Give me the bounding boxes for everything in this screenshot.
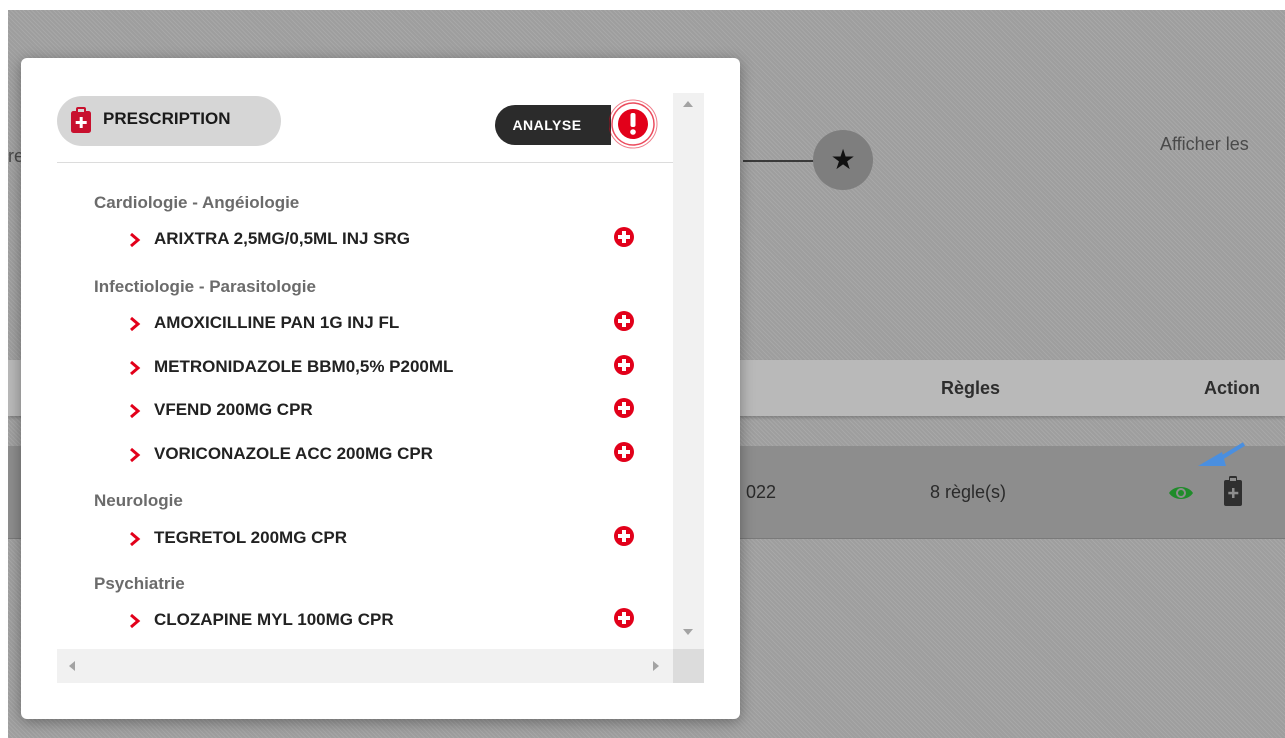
drug-name: ARIXTRA 2,5MG/0,5ML INJ SRG (154, 229, 410, 248)
scroll-left-arrow-icon[interactable] (69, 661, 75, 671)
modal-content: PRESCRIPTION ANALYSE Cardiologie - Angéi… (57, 93, 673, 649)
exclamation-circle-icon[interactable] (608, 93, 669, 162)
chevron-right-icon (129, 403, 141, 424)
drug-item[interactable]: METRONIDAZOLE BBM0,5% P200ML (129, 354, 649, 381)
drug-item[interactable]: AMOXICILLINE PAN 1G INJ FL (129, 310, 649, 337)
eye-icon[interactable] (1168, 484, 1194, 507)
star-step[interactable]: ★ (813, 130, 873, 190)
clipboard-plus-icon (71, 107, 91, 138)
scroll-down-arrow-icon[interactable] (683, 629, 693, 635)
drug-item[interactable]: VFEND 200MG CPR (129, 397, 649, 424)
category-cardiologie: Cardiologie - Angéiologie (94, 193, 300, 212)
drug-name: METRONIDAZOLE BBM0,5% P200ML (154, 357, 454, 376)
category-psychiatrie: Psychiatrie (94, 574, 185, 593)
category-neurologie: Neurologie (94, 491, 183, 510)
prescription-label: PRESCRIPTION (103, 109, 231, 128)
clipboard-icon[interactable] (1224, 476, 1242, 511)
drug-name: TEGRETOL 200MG CPR (154, 528, 348, 547)
drug-item[interactable]: VORICONAZOLE ACC 200MG CPR (129, 441, 649, 468)
scrollbar-corner (673, 649, 704, 683)
chevron-right-icon (129, 447, 141, 468)
background-afficher-text[interactable]: Afficher les (1160, 134, 1249, 155)
plus-circle-icon[interactable] (613, 525, 635, 552)
chevron-right-icon (129, 360, 141, 381)
star-icon: ★ (830, 144, 856, 175)
chevron-right-icon (129, 232, 141, 253)
chevron-right-icon (129, 613, 141, 634)
plus-circle-icon[interactable] (613, 607, 635, 634)
vertical-scrollbar[interactable] (673, 93, 704, 649)
header-action: Action (1204, 378, 1260, 398)
plus-circle-icon[interactable] (613, 441, 635, 468)
plus-circle-icon[interactable] (613, 354, 635, 381)
header-divider (57, 162, 673, 163)
drug-name: AMOXICILLINE PAN 1G INJ FL (154, 313, 400, 332)
drug-name: CLOZAPINE MYL 100MG CPR (154, 610, 394, 629)
chevron-right-icon (129, 531, 141, 552)
plus-circle-icon[interactable] (613, 397, 635, 424)
horizontal-scrollbar[interactable] (57, 649, 673, 683)
drug-item[interactable]: CLOZAPINE MYL 100MG CPR (129, 607, 649, 634)
plus-circle-icon[interactable] (613, 226, 635, 253)
drug-name: VORICONAZOLE ACC 200MG CPR (154, 444, 433, 463)
drug-name: VFEND 200MG CPR (154, 400, 313, 419)
chevron-right-icon (129, 316, 141, 337)
scroll-right-arrow-icon[interactable] (653, 661, 659, 671)
prescription-chip[interactable]: PRESCRIPTION (57, 96, 281, 146)
drug-item[interactable]: ARIXTRA 2,5MG/0,5ML INJ SRG (129, 226, 649, 253)
arrow-icon (1196, 442, 1246, 477)
category-infectiologie: Infectiologie - Parasitologie (94, 277, 316, 296)
row-rules-count: 8 règle(s) (930, 482, 1007, 502)
drug-item[interactable]: TEGRETOL 200MG CPR (129, 525, 649, 552)
prescription-modal: PRESCRIPTION ANALYSE Cardiologie - Angéi… (21, 58, 740, 719)
modal-scroll-area[interactable]: PRESCRIPTION ANALYSE Cardiologie - Angéi… (57, 93, 704, 683)
plus-circle-icon[interactable] (613, 310, 635, 337)
header-regles: Règles (941, 378, 1001, 398)
scroll-up-arrow-icon[interactable] (683, 101, 693, 107)
stepper-line (743, 160, 823, 162)
row-date-fragment: 022 (746, 482, 777, 502)
analyse-button[interactable]: ANALYSE (495, 105, 611, 145)
